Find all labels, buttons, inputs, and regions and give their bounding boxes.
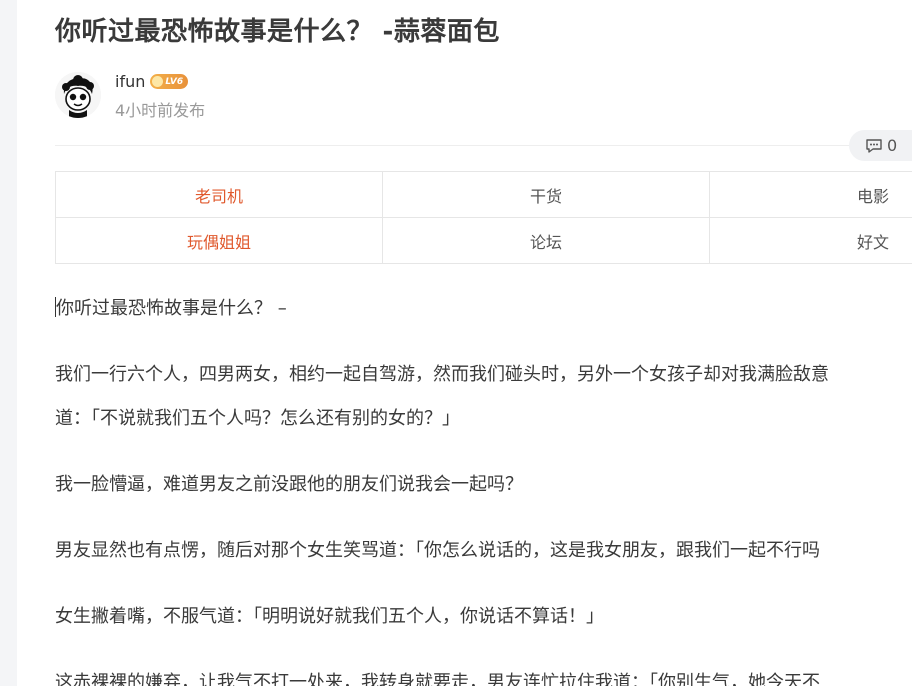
- article-paragraph: 这赤裸裸的嫌弃，让我气不打一处来，我转身就要走，男友连忙拉住我道：「你别生气，她…: [55, 672, 820, 686]
- tag-link[interactable]: 电影: [709, 171, 912, 218]
- tag-link[interactable]: 论坛: [382, 217, 710, 264]
- tag-link[interactable]: 干货: [382, 171, 710, 218]
- tag-link[interactable]: 好文: [709, 217, 912, 264]
- post-title: 你听过最恐怖故事是什么？ -蒜蓉面包: [55, 17, 500, 47]
- article-paragraph: 我一脸懵逼，难道男友之前没跟他的朋友们说我会一起吗？: [55, 474, 523, 495]
- article-body: 你听过最恐怖故事是什么？ – 我们一行六个人，四男两女，相约一起自驾游，然而我们…: [55, 287, 912, 686]
- avatar-icon: [55, 72, 101, 118]
- comment-count: 0: [887, 136, 898, 155]
- header-divider: [55, 145, 912, 146]
- article-paragraph: 你听过最恐怖故事是什么？ –: [55, 287, 912, 331]
- author-name[interactable]: ifun: [115, 72, 145, 91]
- comment-button[interactable]: 0: [849, 130, 912, 161]
- comment-icon: [866, 138, 882, 153]
- level-badge-icon: [152, 76, 164, 87]
- tag-link[interactable]: 老司机: [55, 171, 383, 218]
- author-name-row: ifun LV6: [115, 72, 189, 91]
- avatar[interactable]: [55, 72, 101, 118]
- tag-link[interactable]: 玩偶姐姐: [55, 217, 383, 264]
- article-paragraph: 我们一行六个人，四男两女，相约一起自驾游，然而我们碰头时，另外一个女孩子却对我满…: [55, 353, 912, 441]
- article-text: 你听过最恐怖故事是什么？ –: [56, 298, 287, 319]
- article-text: 我们一行六个人，四男两女，相约一起自驾游，然而我们碰头时，另外一个女孩子却对我满…: [55, 364, 829, 385]
- post-page: 你听过最恐怖故事是什么？ -蒜蓉面包 ifun LV6 4小时前发布 0 老司机…: [17, 0, 912, 686]
- level-badge: LV6: [150, 74, 189, 89]
- article-paragraph: 男友显然也有点愣，随后对那个女生笑骂道：「你怎么说话的，这是我女朋友，跟我们一起…: [55, 540, 820, 561]
- post-time: 4小时前发布: [115, 101, 206, 120]
- article-text: 道：「不说就我们五个人吗？怎么还有别的女的？」: [55, 408, 460, 429]
- tag-row: 老司机 干货 电影: [55, 171, 912, 218]
- tag-row: 玩偶姐姐 论坛 好文: [55, 217, 912, 264]
- level-badge-label: LV6: [165, 76, 184, 87]
- tag-table: 老司机 干货 电影 玩偶姐姐 论坛 好文: [55, 171, 912, 264]
- article-paragraph: 女生撇着嘴，不服气道：「明明说好就我们五个人，你说话不算话！」: [55, 606, 604, 627]
